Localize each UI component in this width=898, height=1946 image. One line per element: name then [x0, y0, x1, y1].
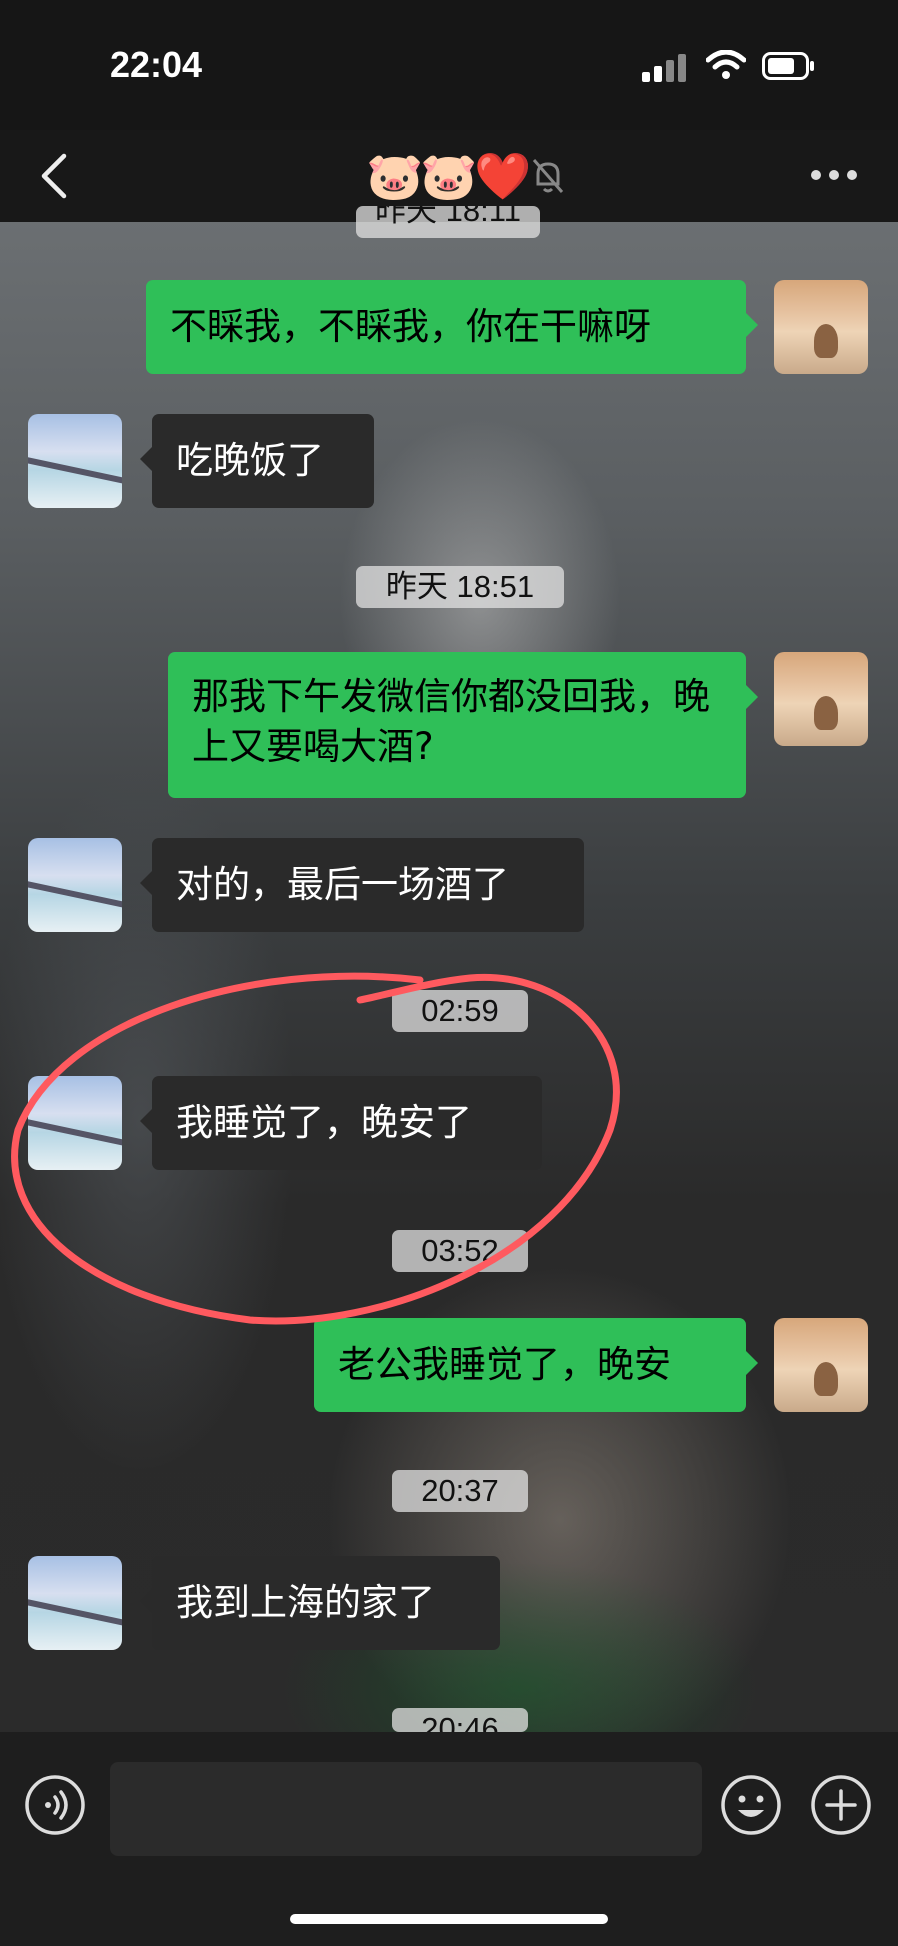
- message-incoming[interactable]: 对的，最后一场酒了: [140, 838, 584, 932]
- home-indicator[interactable]: [290, 1914, 608, 1924]
- message-incoming[interactable]: 我睡觉了，晚安了: [140, 1076, 542, 1170]
- timestamp-partial: 昨天 18:11: [356, 206, 540, 238]
- avatar-contact[interactable]: [28, 838, 122, 932]
- avatar-contact[interactable]: [28, 414, 122, 508]
- timestamp: 02:59: [392, 990, 528, 1032]
- message-input[interactable]: [110, 1762, 702, 1856]
- battery-icon: [762, 52, 814, 80]
- avatar-contact[interactable]: [28, 1556, 122, 1650]
- voice-icon[interactable]: [24, 1774, 86, 1836]
- avatar-self[interactable]: [774, 652, 868, 746]
- avatar-contact[interactable]: [28, 1076, 122, 1170]
- wifi-icon: [706, 50, 746, 79]
- emoji-icon[interactable]: [720, 1774, 782, 1836]
- status-bar: 22:04: [0, 0, 898, 130]
- input-bar: [0, 1732, 898, 1946]
- ellipsis-icon[interactable]: [806, 160, 862, 190]
- message-incoming[interactable]: 我到上海的家了: [140, 1556, 500, 1650]
- avatar-self[interactable]: [774, 1318, 868, 1412]
- wechat-chat-screen: 22:04 🐷 🐷 ❤️ 昨天 18:11 不睬我，不睬我，你在干嘛呀 吃晚饭了…: [0, 0, 898, 1946]
- bell-slash-icon: [532, 159, 564, 193]
- timestamp: 昨天 18:51: [356, 566, 564, 608]
- message-incoming[interactable]: 吃晚饭了: [140, 414, 374, 508]
- plus-icon[interactable]: [810, 1774, 872, 1836]
- cellular-signal-icon: [642, 52, 688, 82]
- avatar-self[interactable]: [774, 280, 868, 374]
- timestamp-partial: 20:46: [392, 1708, 528, 1732]
- message-outgoing[interactable]: 老公我睡觉了，晚安: [314, 1318, 758, 1412]
- timestamp: 03:52: [392, 1230, 528, 1272]
- message-outgoing[interactable]: 那我下午发微信你都没回我，晚上又要喝大酒?: [168, 652, 758, 798]
- timestamp: 20:37: [392, 1470, 528, 1512]
- heart-emoji: ❤️: [474, 149, 532, 203]
- pig-emoji-1: 🐷: [366, 149, 424, 203]
- status-time: 22:04: [110, 44, 203, 85]
- pig-emoji-2: 🐷: [420, 149, 478, 203]
- message-outgoing[interactable]: 不睬我，不睬我，你在干嘛呀: [146, 280, 758, 374]
- chevron-left-icon[interactable]: [34, 148, 74, 204]
